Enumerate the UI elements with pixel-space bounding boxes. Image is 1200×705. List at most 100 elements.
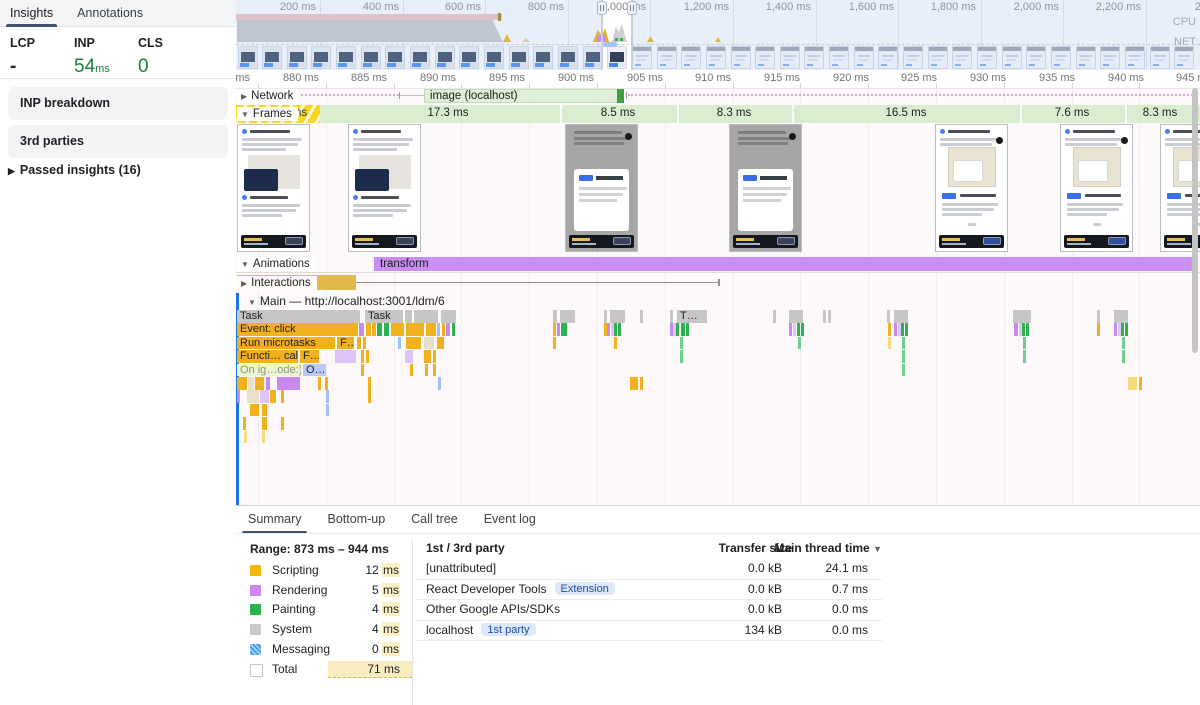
flame-bar[interactable] <box>391 323 404 336</box>
flame-bar-f-l[interactable]: F…l <box>300 350 319 363</box>
frame-screenshot-thumbnail[interactable] <box>1060 124 1133 252</box>
flame-bar[interactable] <box>823 310 826 323</box>
flame-bar[interactable] <box>326 390 329 403</box>
flame-bar[interactable] <box>604 310 607 323</box>
flame-bar[interactable] <box>255 377 264 390</box>
flame-bar[interactable] <box>270 390 276 403</box>
flame-bar[interactable] <box>405 350 413 363</box>
flame-bar[interactable] <box>614 337 617 350</box>
frame-screenshot-thumbnail[interactable] <box>565 124 638 252</box>
flame-bar[interactable] <box>1097 310 1100 323</box>
flame-bar[interactable] <box>250 404 259 417</box>
flame-bar[interactable] <box>398 337 401 350</box>
metric-inp[interactable]: INP 54ms <box>74 36 138 78</box>
flame-bar[interactable] <box>357 337 361 350</box>
flame-bar[interactable] <box>406 337 421 350</box>
flame-bar[interactable] <box>262 431 265 444</box>
flame-bar[interactable] <box>894 310 908 323</box>
flame-bar[interactable] <box>446 323 450 336</box>
flame-bar[interactable] <box>372 323 376 336</box>
flame-bar[interactable] <box>630 377 638 390</box>
flame-bar[interactable] <box>366 350 369 363</box>
flame-bar[interactable] <box>681 323 685 336</box>
flame-bar[interactable] <box>414 310 438 323</box>
flame-bar[interactable] <box>377 323 382 336</box>
flame-bar[interactable] <box>901 323 904 336</box>
frames-track[interactable]: ns 17.3 ms8.5 ms8.3 ms16.5 ms7.6 ms8.3 m… <box>236 105 1200 123</box>
flame-bar[interactable] <box>266 377 270 390</box>
flame-bar[interactable] <box>424 337 434 350</box>
flame-bar[interactable] <box>1022 323 1025 336</box>
flame-bar[interactable] <box>676 323 679 336</box>
flame-bar[interactable] <box>1023 337 1026 350</box>
flame-bar[interactable] <box>361 350 364 363</box>
flame-bar[interactable] <box>888 337 891 350</box>
flame-bar[interactable] <box>1122 337 1125 350</box>
flame-bar-on-ig-ode[interactable]: On ig…ode:) <box>237 364 301 377</box>
flame-bar[interactable] <box>798 337 801 350</box>
flame-bar[interactable] <box>335 350 356 363</box>
flame-bar[interactable] <box>368 390 371 403</box>
table-row[interactable]: Other Google APIs/SDKs0.0 kB0.0 ms <box>416 600 882 621</box>
metric-cls[interactable]: CLS 0 <box>138 36 202 78</box>
flame-bar[interactable] <box>553 337 556 350</box>
flame-bar[interactable] <box>618 323 621 336</box>
network-request-image[interactable]: image (localhost) <box>424 89 624 103</box>
flame-bar[interactable] <box>281 390 284 403</box>
col-header-main-thread-time[interactable]: Main thread time ▼ <box>774 541 882 555</box>
flame-bar[interactable] <box>405 310 412 323</box>
frame-screenshot-thumbnail[interactable] <box>237 124 310 252</box>
flame-bar[interactable] <box>437 337 444 350</box>
flame-bar[interactable] <box>1125 323 1128 336</box>
flame-bar[interactable] <box>248 377 254 390</box>
flame-bar[interactable] <box>553 323 556 336</box>
flame-bar[interactable] <box>902 364 905 377</box>
flame-bar[interactable] <box>640 310 643 323</box>
track-label-frames[interactable]: ▼Frames <box>237 107 298 121</box>
flame-bar[interactable] <box>564 323 567 336</box>
tab-bottom-up[interactable]: Bottom-up <box>327 506 385 533</box>
animation-transform-bar[interactable]: transform <box>374 257 1193 271</box>
flame-bar-task[interactable]: Task <box>237 310 360 323</box>
flame-bar[interactable] <box>1114 310 1128 323</box>
passed-insights-toggle[interactable]: ▶Passed insights (16) <box>8 163 141 177</box>
flame-bar[interactable] <box>797 323 800 336</box>
flame-bar[interactable] <box>1097 323 1100 336</box>
flame-bar[interactable] <box>326 404 329 417</box>
timeline-tracks[interactable]: 875 ms880 ms885 ms890 ms895 ms900 ms905 … <box>236 70 1200 505</box>
flame-bar[interactable] <box>437 323 440 336</box>
flame-bar[interactable] <box>680 337 683 350</box>
vertical-scrollbar[interactable] <box>1192 88 1198 353</box>
metric-lcp[interactable]: LCP - <box>10 36 74 78</box>
flame-bar-event-click[interactable]: Event: click <box>237 323 358 336</box>
flame-bar[interactable] <box>406 323 424 336</box>
flame-bar[interactable] <box>610 310 625 323</box>
flame-bar[interactable] <box>828 310 831 323</box>
flame-bar[interactable] <box>1114 323 1117 336</box>
flame-bar[interactable] <box>262 417 267 430</box>
flame-bar-run-microtasks[interactable]: Run microtasks <box>237 337 335 350</box>
tab-summary[interactable]: Summary <box>248 506 301 533</box>
frame-screenshot-thumbnail[interactable] <box>729 124 802 252</box>
tab-call-tree[interactable]: Call tree <box>411 506 458 533</box>
track-label-interactions[interactable]: ▶Interactions <box>237 276 317 290</box>
table-row[interactable]: React Developer ToolsExtension0.0 kB0.7 … <box>416 580 882 601</box>
flame-bar-t[interactable]: T… <box>677 310 707 323</box>
flame-bar[interactable] <box>410 364 413 377</box>
flame-bar[interactable] <box>557 323 560 336</box>
flame-bar[interactable] <box>325 377 328 390</box>
flame-bar[interactable] <box>1122 350 1125 363</box>
flame-bar[interactable] <box>247 390 259 403</box>
flame-bar[interactable] <box>1026 323 1029 336</box>
filmstrip-thumbnail[interactable] <box>607 46 627 69</box>
flame-bar[interactable] <box>243 417 246 430</box>
flame-bar[interactable] <box>902 337 905 350</box>
flame-bar-task[interactable]: Task <box>365 310 403 323</box>
flame-bar[interactable] <box>277 377 300 390</box>
flame-bar[interactable] <box>442 323 445 336</box>
selection-handle-left[interactable] <box>597 1 607 15</box>
flame-bar[interactable] <box>368 377 371 390</box>
track-label-animations[interactable]: ▼Animations <box>237 257 316 271</box>
flame-bar[interactable] <box>560 310 575 323</box>
timeline-overview[interactable]: 200 ms400 ms600 ms800 ms1,000 ms1,200 ms… <box>236 0 1200 71</box>
